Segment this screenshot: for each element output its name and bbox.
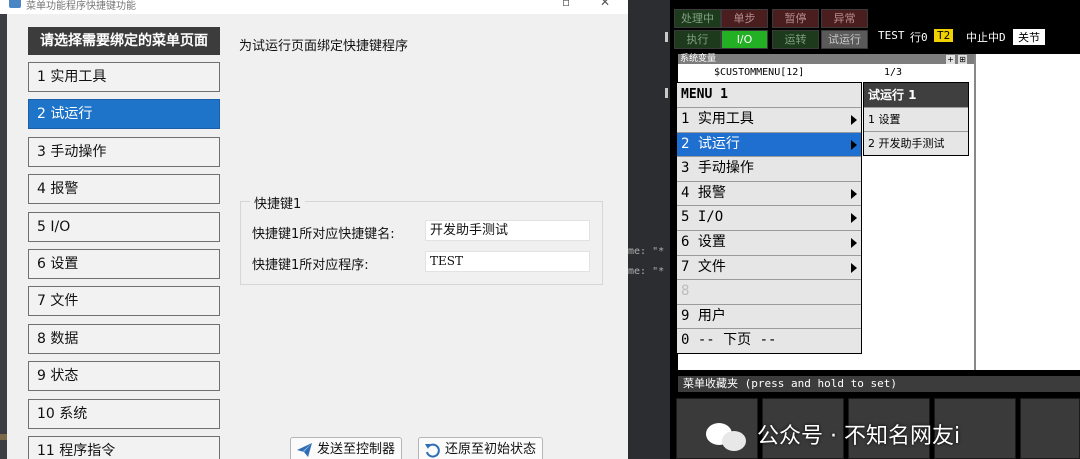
pendant-menu-item-label: 5 I/O <box>681 209 724 226</box>
pendant-submenu-item[interactable]: 2 开发助手测试 <box>864 131 968 155</box>
right-panel <box>976 54 1080 370</box>
pendant-menu-item-label: 6 设置 <box>681 233 726 250</box>
pendant-submenu-header: 试运行 1 <box>864 83 968 107</box>
pendant-menu-item-label: 1 实用工具 <box>681 111 754 127</box>
menu-page-item[interactable]: 9 状态 <box>28 361 220 392</box>
shortcut-name-label: 快捷键1所对应快捷键名: <box>252 227 395 242</box>
plus-icon[interactable]: + <box>946 55 955 64</box>
pendant-menu-item[interactable]: 1 实用工具 <box>677 107 861 132</box>
send-icon <box>297 443 312 457</box>
pendant-menu-item-label: 2 试运行 <box>681 135 740 152</box>
menu-page-item[interactable]: 6 设置 <box>28 249 220 279</box>
code-editor-strip: me: "* me: "* <box>628 0 670 459</box>
pendant-menu-item[interactable]: 9 用户 <box>677 303 861 329</box>
pendant-menu-header: MENU 1 <box>677 83 861 107</box>
pendant-menu-item[interactable]: 0 -- 下页 -- <box>677 328 861 353</box>
pendant-menu: MENU 1 1 实用工具 2 试运行 3 手动操作 4 报警 5 I/O 6 设置 7 文… <box>676 82 862 354</box>
submenu-arrow-icon <box>851 213 857 224</box>
menu-page-item[interactable]: 5 I/O <box>28 211 220 242</box>
status-step: 单步 <box>721 9 768 28</box>
menu-page-item[interactable]: 1 实用工具 <box>28 62 220 92</box>
submenu-arrow-icon <box>851 237 857 248</box>
pendant-menu-item-label: 4 报警 <box>681 184 726 201</box>
pendant-menu-item[interactable]: 3 手动操作 <box>677 156 861 181</box>
screen-title-bar: 系统变量 <box>678 54 974 64</box>
code-line: me: "* <box>628 266 665 277</box>
pendant-menu-item[interactable]: 6 设置 <box>677 229 861 255</box>
pendant-menu-item[interactable]: 2 试运行 <box>677 131 861 157</box>
scrollbar-marker <box>665 88 668 98</box>
status-fault: 异常 <box>821 9 868 28</box>
pendant-menu-item-label: 0 -- 下页 -- <box>681 332 777 349</box>
pendant-menu-item[interactable]: 8 <box>677 279 861 304</box>
submenu-arrow-icon <box>851 262 857 273</box>
pendant-menu-items: 1 实用工具 2 试运行 3 手动操作 4 报警 5 I/O 6 设置 7 文件 8 9 用户 0… <box>677 107 861 353</box>
mode-badge: T2 <box>934 29 954 42</box>
restore-defaults-button[interactable]: 还原至初始状态 <box>418 437 544 459</box>
send-to-controller-button[interactable]: 发送至控制器 <box>290 437 403 459</box>
submenu-arrow-icon <box>851 188 857 199</box>
submenu-arrow-icon <box>851 139 857 150</box>
watermark-text: 公众号 · 不知名网友i <box>757 424 961 449</box>
menu-page-item[interactable]: 8 数据 <box>28 323 220 354</box>
undo-icon <box>425 443 440 458</box>
program-name: TEST <box>878 29 905 42</box>
line-number: 行0 <box>910 31 928 44</box>
menu-page-item[interactable]: 3 手动操作 <box>28 136 220 167</box>
status-io: I/O <box>721 30 768 49</box>
watermark: 公众号 · 不知名网友i <box>706 418 960 453</box>
pendant-menu-item-label: 8 <box>681 283 690 300</box>
page-title: 为试运行页面绑定快捷键程序 <box>239 39 409 54</box>
status-tcyc: 试运行 <box>821 30 868 49</box>
function-key-f5[interactable] <box>1020 398 1080 459</box>
menu-page-item[interactable]: 11 程序指令 <box>28 436 220 459</box>
shortcut-name-input[interactable]: 开发助手测试 <box>425 220 590 241</box>
pendant-submenu-item[interactable]: 1 设置 <box>864 107 968 131</box>
shortcut-program-input[interactable]: TEST <box>425 251 590 272</box>
menu-page-item[interactable]: 4 报警 <box>28 174 220 205</box>
wechat-icon <box>706 421 750 453</box>
status-busy: 处理中 <box>674 9 721 28</box>
pendant-menu-item-label: 3 手动操作 <box>681 160 754 177</box>
status-run: 执行 <box>674 30 721 49</box>
pendant-menu-item[interactable]: 7 文件 <box>677 254 861 280</box>
edge-marker <box>0 434 7 440</box>
send-button-label: 发送至控制器 <box>317 442 396 457</box>
submenu-arrow-icon <box>851 115 857 125</box>
split-icon[interactable]: ⊞ <box>958 55 967 64</box>
dialog-title: 菜单功能程序快捷键功能 <box>26 1 136 12</box>
status-prod: 运转 <box>772 30 819 49</box>
pendant-menu-item-label: 7 文件 <box>681 258 726 275</box>
menu-page-item[interactable]: 7 文件 <box>28 286 220 317</box>
pendant-submenu: 试运行 1 1 设置 2 开发助手测试 <box>863 82 969 156</box>
coord-badge: 关节 <box>1013 29 1045 45</box>
pendant-submenu-items: 1 设置 2 开发助手测试 <box>864 107 968 155</box>
dialog-titlebar: 菜单功能程序快捷键功能 ▫ ✕ <box>0 0 628 14</box>
run-state: 中止中D <box>966 31 1006 44</box>
code-line: me: "* <box>628 246 665 257</box>
favorites-bar: 菜单收藏夹 (press and hold to set) <box>678 376 1080 392</box>
maximize-icon[interactable]: ▫ <box>562 0 570 9</box>
shortcut-program-label: 快捷键1所对应程序: <box>252 258 369 273</box>
pendant-menu-item[interactable]: 5 I/O <box>677 205 861 230</box>
menu-page-item[interactable]: 2 试运行 <box>28 99 220 130</box>
menu-list-header: 请选择需要绑定的菜单页面 <box>28 27 220 55</box>
shortcut-group-title: 快捷键1 <box>250 193 306 212</box>
window-edge <box>0 14 7 459</box>
menu-page-item[interactable]: 10 系统 <box>28 398 220 429</box>
system-variable-name: $CUSTOMMENU[12] <box>714 67 805 78</box>
status-hold: 暂停 <box>772 9 819 28</box>
pendant-menu-item[interactable]: 4 报警 <box>677 180 861 206</box>
close-icon[interactable]: ✕ <box>600 0 610 9</box>
restore-button-label: 还原至初始状态 <box>445 442 537 457</box>
shortcut-config-dialog: 菜单功能程序快捷键功能 ▫ ✕ 请选择需要绑定的菜单页面 1 实用工具 2 试运行… <box>0 0 628 459</box>
page-count: 1/3 <box>884 67 903 78</box>
scrollbar-marker <box>665 32 668 42</box>
app-icon <box>9 0 21 8</box>
teach-pendant-screen: 处理中 单步 暂停 异常 执行 I/O 运转 试运行 TEST 行0 T2 中止… <box>670 0 1080 459</box>
pendant-menu-item-label: 9 用户 <box>681 307 726 324</box>
